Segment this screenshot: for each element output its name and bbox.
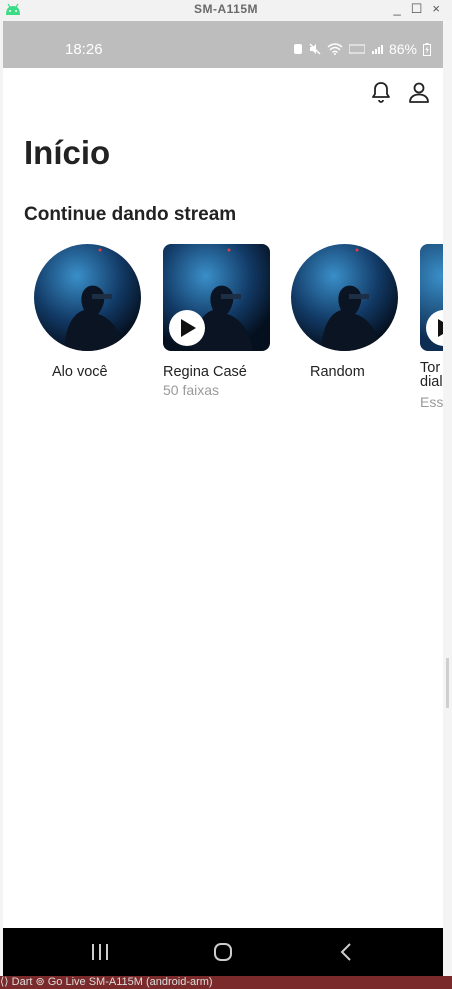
card-subtitle: 50 faixas (163, 382, 220, 398)
status-time: 18:26 (65, 41, 103, 58)
notification-dot-icon (293, 44, 302, 54)
card-artwork (34, 244, 141, 351)
mute-icon (309, 43, 321, 55)
card-title: Regina Casé (163, 364, 247, 380)
volte-icon (348, 44, 365, 54)
section-title: Continue dando stream (24, 204, 237, 225)
taskbar: ⟨⟩ Dart ⊚ Go Live SM-A115M (android-arm) (0, 976, 452, 989)
minimize-button[interactable]: _ (394, 1, 401, 17)
card-title: Alo você (52, 364, 108, 380)
close-button[interactable]: × (432, 1, 440, 17)
recents-icon[interactable] (91, 943, 109, 961)
app-screen: Início Continue dando stream Alo você Re… (3, 68, 443, 928)
wifi-icon (327, 43, 343, 55)
window-titlebar: SM-A115M _ ☐ × (0, 0, 452, 20)
play-icon (181, 319, 196, 337)
battery-percent: 86% (388, 41, 417, 57)
battery-icon (423, 42, 431, 56)
window-title: SM-A115M (193, 2, 259, 16)
card-subtitle: Ess (420, 394, 443, 410)
stream-card[interactable]: Tor dial Ess (420, 244, 443, 414)
play-button[interactable] (169, 310, 205, 346)
maximize-button[interactable]: ☐ (411, 1, 423, 17)
back-icon[interactable] (339, 942, 353, 962)
card-title: Random (310, 364, 365, 380)
page-title: Início (24, 134, 111, 171)
card-artwork (291, 244, 398, 351)
home-icon[interactable] (213, 942, 233, 962)
signal-icon (371, 45, 383, 54)
status-bar: 18:26 86% (3, 21, 443, 68)
navigation-bar (3, 928, 443, 976)
card-title: Tor dial (420, 360, 443, 390)
profile-icon[interactable] (407, 80, 431, 104)
window-scrollbar[interactable] (446, 658, 449, 708)
play-icon (438, 319, 443, 337)
bell-icon[interactable] (369, 80, 393, 104)
